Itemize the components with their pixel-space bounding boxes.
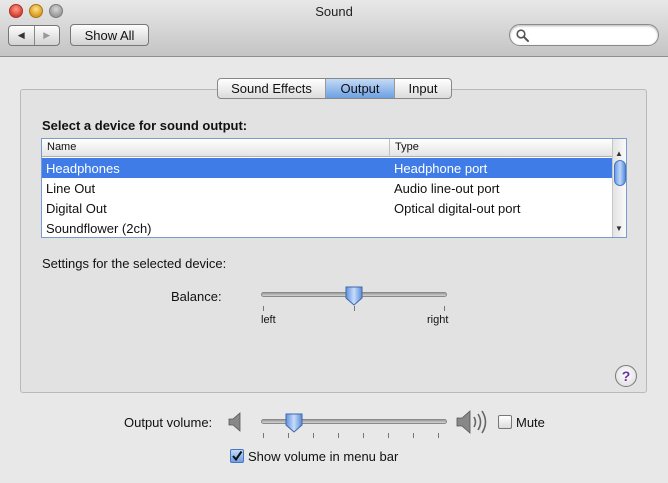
tab-output[interactable]: Output [325,79,394,98]
window-toolbar: Sound ◀ ▶ Show All [0,0,668,57]
volume-tick [263,433,264,438]
balance-right-label: right [427,314,449,326]
balance-slider-thumb[interactable] [345,286,363,306]
output-device-table[interactable]: Name Type Headphones Headphone port Line… [41,138,627,238]
volume-tick [288,433,289,438]
forward-button[interactable]: ▶ [33,26,60,45]
balance-tick-center [354,306,355,311]
volume-tick [388,433,389,438]
device-name: Digital Out [46,201,107,216]
output-volume-slider-thumb[interactable] [285,413,303,433]
show-all-button[interactable]: Show All [70,24,149,46]
scroll-down-arrow-icon[interactable]: ▼ [615,224,623,233]
output-volume-label: Output volume: [124,415,213,430]
show-volume-menubar-label[interactable]: Show volume in menu bar [248,449,398,464]
device-name: Line Out [46,181,96,196]
window-title: Sound [315,4,353,19]
device-name: Headphones [46,161,120,176]
volume-tick [338,433,339,438]
table-row[interactable]: Headphones Headphone port [42,158,612,178]
column-header-type[interactable]: Type [395,141,419,153]
table-row[interactable]: Line Out Audio line-out port [42,178,612,198]
mute-checkbox[interactable] [498,415,512,429]
volume-tick [413,433,414,438]
show-volume-menubar-checkbox[interactable] [230,449,244,463]
device-type: Audio line-out port [394,181,500,196]
back-button[interactable]: ◀ [9,26,34,45]
device-type: Headphone port [394,161,488,176]
column-header-name[interactable]: Name [47,141,76,153]
help-button[interactable]: ? [615,365,637,387]
table-row[interactable]: Soundflower (2ch) [42,218,612,237]
column-separator [389,139,390,157]
scrollbar-thumb[interactable] [614,160,626,186]
balance-label: Balance: [171,289,222,304]
balance-tick-left [263,306,264,311]
tab-bar: Sound Effects Output Input [217,78,452,99]
device-type: Optical digital-out port [394,201,521,216]
tab-sound-effects[interactable]: Sound Effects [218,79,325,98]
speaker-low-icon [228,412,241,432]
content-panel [20,89,647,393]
device-name: Soundflower (2ch) [46,221,152,236]
volume-tick [438,433,439,438]
volume-tick [313,433,314,438]
nav-buttons: ◀ ▶ [8,25,60,46]
search-field[interactable] [509,24,659,46]
table-header: Name Type [42,139,612,157]
table-row[interactable]: Digital Out Optical digital-out port [42,198,612,218]
balance-tick-right [444,306,445,311]
mute-label[interactable]: Mute [516,415,545,430]
search-icon [516,29,529,42]
table-scrollbar[interactable]: ▲ ▼ [612,139,626,237]
tab-input[interactable]: Input [394,79,451,98]
balance-left-label: left [261,314,276,326]
settings-label: Settings for the selected device: [42,256,227,271]
volume-tick [363,433,364,438]
scroll-up-arrow-icon[interactable]: ▲ [615,149,623,158]
select-device-label: Select a device for sound output: [42,118,248,133]
speaker-high-icon [456,410,487,434]
search-input[interactable] [532,27,652,43]
checkmark-icon [232,450,243,462]
